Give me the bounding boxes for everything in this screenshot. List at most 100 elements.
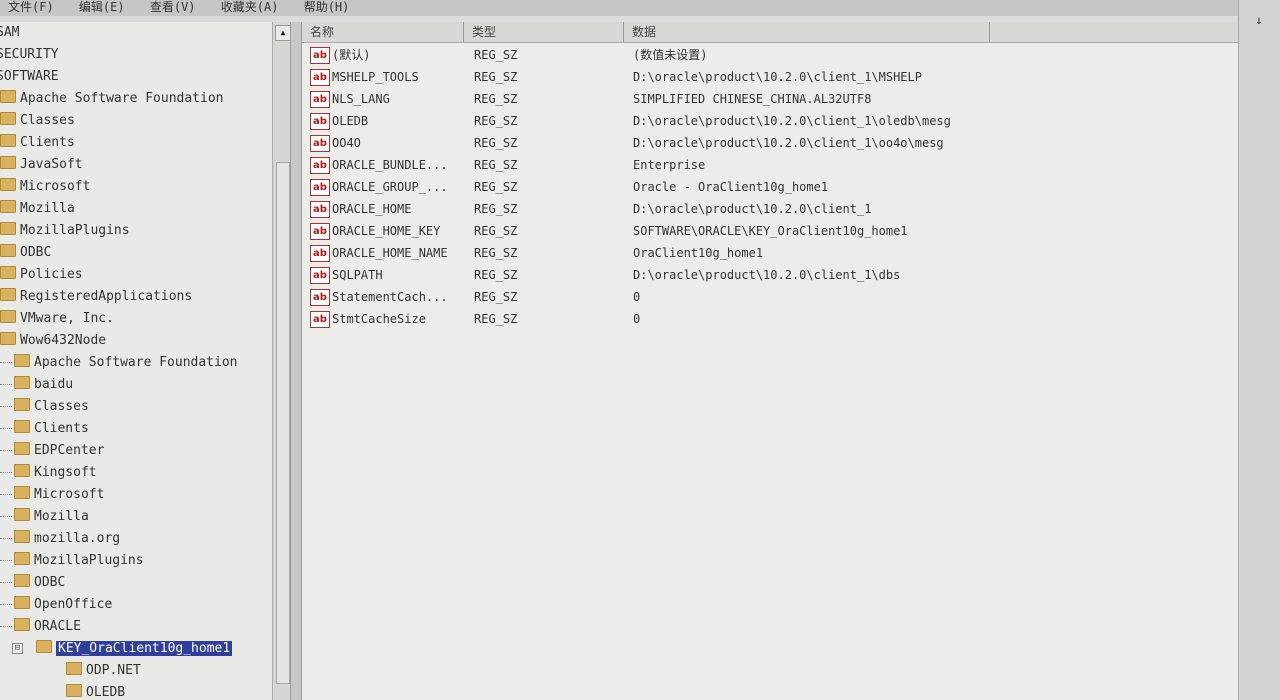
tree-item[interactable]: ODBC [0,572,65,592]
tree-item[interactable]: Apache Software Foundation [0,352,238,372]
string-value-icon: ab [310,201,330,218]
tree-item[interactable]: EDPCenter [0,440,104,460]
tree-item[interactable]: Classes [0,110,75,130]
tree-item[interactable]: Kingsoft [0,462,97,482]
value-data: D:\oracle\product\10.2.0\client_1 [633,202,872,216]
value-name: StatementCach... [332,290,448,304]
column-header-name[interactable]: 名称 [302,22,464,42]
value-row[interactable]: ab StmtCacheSize REG_SZ 0 [302,308,1238,330]
menu-favorites[interactable]: 收藏夹(A) [221,0,279,14]
tree-item-wow6432node[interactable]: Wow6432Node [0,330,106,350]
folder-icon [0,222,16,235]
tree-scrollbar[interactable]: ▲ [272,22,291,700]
tree-item[interactable]: OpenOffice [0,594,112,614]
value-row[interactable]: ab OLEDB REG_SZ D:\oracle\product\10.2.0\cl… [302,110,1238,132]
tree-item-label: Microsoft [34,487,105,502]
column-header-data[interactable]: 数据 [624,22,990,42]
value-type: REG_SZ [474,246,518,260]
tree-item[interactable]: ODBC [0,242,51,262]
menu-file[interactable]: 文件(F) [8,0,54,14]
tree-item-label: Clients [20,135,75,150]
value-row[interactable]: ab ORACLE_HOME REG_SZ D:\oracle\product\10.… [302,198,1238,220]
tree-item[interactable]: OLEDB [66,682,125,700]
tree-item-label: VMware, Inc. [20,311,114,326]
tree-item-label: Wow6432Node [20,333,107,348]
folder-icon [14,596,30,609]
value-name: SQLPATH [332,268,383,282]
tree-item[interactable]: VMware, Inc. [0,308,114,328]
tree-item[interactable]: Microsoft [0,176,90,196]
value-name: ORACLE_HOME_KEY [332,224,441,238]
tree-item-label: MozillaPlugins [20,223,130,238]
window-scrollbar[interactable]: ↓ [1238,0,1280,700]
tree-item[interactable]: baidu [0,374,73,394]
tree-item-software[interactable]: SOFTWARE [0,66,59,86]
tree-item[interactable]: MozillaPlugins [0,550,144,570]
value-row[interactable]: ab ORACLE_GROUP_... REG_SZ Oracle - OraClie… [302,176,1238,198]
arrow-down-icon[interactable]: ↓ [1251,12,1267,28]
folder-icon [0,156,16,169]
value-type: REG_SZ [474,92,518,106]
column-header-type[interactable]: 类型 [464,22,624,42]
collapse-icon[interactable]: ⊟ [12,643,23,654]
value-row[interactable]: ab (默认) REG_SZ (数值未设置) [302,44,1238,66]
scroll-thumb[interactable] [276,162,290,684]
string-value-icon: ab [310,113,330,130]
tree-item-label: SAM [0,25,20,40]
value-name: NLS_LANG [332,92,390,106]
folder-icon [0,332,16,345]
scroll-up-icon[interactable]: ▲ [275,25,291,41]
tree-item-label: Classes [34,399,89,414]
folder-icon [14,508,30,521]
selected-key-label: KEY_OraClient10g_home1 [56,641,233,656]
tree-item-sam[interactable]: SAM [0,22,19,42]
folder-icon [0,178,16,191]
string-value-icon: ab [310,223,330,240]
value-data: SOFTWARE\ORACLE\KEY_OraClient10g_home1 [633,224,908,238]
value-row[interactable]: ab OO4O REG_SZ D:\oracle\product\10.2.0\cli… [302,132,1238,154]
tree-item[interactable]: JavaSoft [0,154,83,174]
string-value-icon: ab [310,267,330,284]
value-data: 0 [633,312,641,326]
folder-icon [66,662,82,675]
value-row[interactable]: ab StatementCach... REG_SZ 0 [302,286,1238,308]
tree-item[interactable]: Mozilla [0,198,75,218]
tree-item-security[interactable]: SECURITY [0,44,59,64]
folder-icon [14,398,30,411]
tree-item-label: OpenOffice [34,597,113,612]
value-row[interactable]: ab ORACLE_HOME_NAME REG_SZ OraClient10g_hom… [302,242,1238,264]
value-row[interactable]: ab ORACLE_HOME_KEY REG_SZ SOFTWARE\ORACLE\K… [302,220,1238,242]
tree-item[interactable]: Mozilla [0,506,89,526]
tree-item-selected[interactable]: ⊟ KEY_OraClient10g_home1 [10,638,233,658]
tree-item[interactable]: RegisteredApplications [0,286,192,306]
value-name: (默认) [332,48,371,62]
menu-edit[interactable]: 编辑(E) [79,0,125,14]
tree-item-label: Mozilla [20,201,75,216]
value-row[interactable]: ab MSHELP_TOOLS REG_SZ D:\oracle\product\10… [302,66,1238,88]
tree-item-label: mozilla.org [34,531,121,546]
folder-icon [14,552,30,565]
value-row[interactable]: ab SQLPATH REG_SZ D:\oracle\product\10.2.0\… [302,264,1238,286]
pane-splitter[interactable] [290,22,302,700]
tree-item-oracle[interactable]: ORACLE [0,616,81,636]
tree-item[interactable]: MozillaPlugins [0,220,130,240]
tree-item-label: Clients [34,421,89,436]
value-name: StmtCacheSize [332,312,426,326]
tree-item[interactable]: Clients [0,132,75,152]
value-row[interactable]: ab NLS_LANG REG_SZ SIMPLIFIED CHINESE_CHINA… [302,88,1238,110]
tree-item[interactable]: Clients [0,418,89,438]
menu-help[interactable]: 帮助(H) [304,0,350,14]
tree-item[interactable]: Policies [0,264,83,284]
tree-item[interactable]: Microsoft [0,484,104,504]
tree-item-label: RegisteredApplications [20,289,193,304]
registry-key-tree: SAM SECURITY SOFTWARE Apache Software Fo… [0,22,273,700]
tree-item[interactable]: Classes [0,396,89,416]
tree-item[interactable]: Apache Software Foundation [0,88,224,108]
tree-item[interactable]: mozilla.org [0,528,120,548]
value-row[interactable]: ab ORACLE_BUNDLE... REG_SZ Enterprise [302,154,1238,176]
folder-icon [14,618,30,631]
tree-item[interactable]: ODP.NET [66,660,141,680]
value-data: OraClient10g_home1 [633,246,764,260]
value-data: (数值未设置) [633,48,708,62]
menu-view[interactable]: 查看(V) [150,0,196,14]
